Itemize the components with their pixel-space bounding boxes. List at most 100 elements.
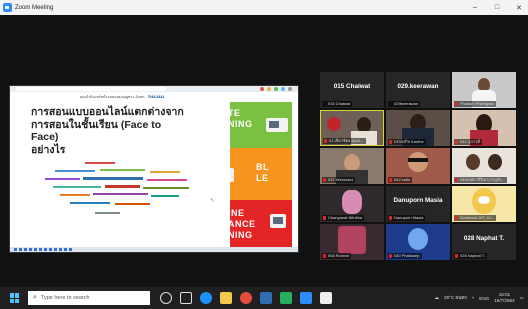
slide-title: การสอนแบบออนไลน์แตกต่างจาก การสอนในชั้นเ… — [31, 106, 184, 156]
participant-label: 029keerawan — [388, 101, 421, 107]
extension-icon[interactable] — [267, 87, 271, 91]
person-illustration-icon — [270, 214, 286, 228]
window-title: Zoom Meeting — [15, 4, 54, 11]
sharing-notice-text: คุณกำลังแชร์หน้าจอของคุณอยู่ทาง Zoom — [80, 95, 145, 99]
participant-tile[interactable]: Phaison Phiengrak — [452, 72, 516, 108]
close-button[interactable]: ✕ — [514, 4, 524, 12]
participant-profile-picture — [408, 228, 428, 250]
search-placeholder: Type here to search — [40, 295, 90, 301]
participant-tile[interactable]: Danuporn Masia Danuporn Masia — [386, 186, 450, 222]
zoom-logo-icon — [3, 3, 12, 12]
participant-tile[interactable]: 042 suthi — [386, 148, 450, 184]
tray-chevron-icon[interactable]: ^ — [472, 296, 474, 301]
meeting-area: คุณกำลังแชร์หน้าจอของคุณอยู่ทาง Zoom 7548… — [0, 15, 528, 287]
mic-muted-icon — [455, 140, 458, 144]
cortana-icon[interactable] — [160, 292, 172, 304]
extension-icon[interactable] — [288, 87, 292, 91]
edge-icon[interactable] — [200, 292, 212, 304]
mic-muted-icon — [455, 216, 458, 220]
taskbar-clock[interactable]: 15:01 16/7/2564 — [494, 292, 514, 304]
participant-label: 037 Weeraset — [322, 177, 355, 183]
participant-tile[interactable]: Chanyanat Nithitha — [320, 186, 384, 222]
language-indicator[interactable]: ENG — [479, 296, 489, 301]
panel-green-text: TE NING — [228, 108, 253, 129]
participant-label: 01 เจียวชัยจ.คุณป... — [323, 138, 366, 144]
mic-muted-icon — [324, 139, 327, 143]
mic-muted-icon — [389, 254, 392, 258]
file-explorer-icon[interactable] — [220, 292, 232, 304]
participant-tile[interactable]: Somboon 007_Ki... — [452, 186, 516, 222]
participant-display-name: 015 Chaiwat — [333, 83, 371, 90]
participant-tile-active-speaker[interactable]: 01 เจียวชัยจ.คุณป... — [320, 110, 384, 146]
participant-display-name: 029.keerawan — [397, 83, 439, 90]
participant-label: 068 Ronnat — [322, 253, 351, 259]
mic-muted-icon — [455, 254, 458, 258]
chrome-icon[interactable] — [240, 292, 252, 304]
maximize-button[interactable]: □ — [492, 4, 502, 11]
extension-icon[interactable] — [281, 87, 285, 91]
shared-taskbar — [10, 247, 298, 252]
mouse-cursor-icon: ↖ — [210, 198, 216, 204]
word-cloud-image — [45, 160, 195, 220]
window-title-bar: Zoom Meeting – □ ✕ — [0, 0, 528, 15]
screen: Zoom Meeting – □ ✕ คุณกำลังแชร์หน้าจอของ… — [0, 0, 528, 309]
mic-muted-icon — [389, 178, 392, 182]
taskbar-search-box[interactable]: ⌕ Type here to search — [28, 291, 150, 305]
participant-label: 028 Naphat T. — [454, 253, 487, 259]
participant-label: Danuporn Masia — [388, 215, 426, 221]
clock-date: 16/7/2564 — [494, 298, 515, 303]
extension-icon[interactable] — [260, 87, 264, 91]
browser-toolbar — [10, 86, 298, 92]
participant-display-name: Danuporn Masia — [393, 197, 443, 204]
participant-tile[interactable]: 040 Phakkarip — [386, 224, 450, 260]
taskbar-pinned-apps — [160, 292, 332, 304]
weather-text[interactable]: 29°C ฝนตก — [444, 295, 467, 302]
presentation-slide: การสอนแบบออนไลน์แตกต่างจาก การสอนในชั้นเ… — [20, 102, 230, 250]
participant-tile[interactable]: 029.keerawan 029keerawan — [386, 72, 450, 108]
mic-muted-icon — [389, 140, 392, 144]
participant-tile[interactable]: 037 Weeraset — [320, 148, 384, 184]
system-tray: ☁ 29°C ฝนตก ^ ENG 15:01 16/7/2564 ▭ — [434, 287, 524, 309]
meeting-id: 7548 8444 — [147, 95, 165, 99]
mic-muted-icon — [455, 102, 458, 106]
participant-profile-picture — [338, 226, 366, 254]
notifications-icon[interactable]: ▭ — [520, 295, 524, 301]
minimize-button[interactable]: – — [470, 4, 480, 11]
weather-icon[interactable]: ☁ — [434, 295, 439, 301]
sharing-notice: คุณกำลังแชร์หน้าจอของคุณอยู่ทาง Zoom 7548… — [80, 94, 240, 100]
browser-extension-icons — [260, 87, 292, 91]
participant-label: 015 Chaiwat — [322, 101, 353, 107]
participant-profile-picture — [342, 190, 362, 214]
participant-video — [466, 154, 480, 170]
participant-label: 045เกศกาสิรีณาภาณุรัก... — [454, 177, 507, 183]
participant-label: 042 สุภาวดี — [454, 139, 482, 145]
participant-tile[interactable]: 028 Naphat T. 028 Naphat T. — [452, 224, 516, 260]
shared-screen[interactable]: คุณกำลังแชร์หน้าจอของคุณอยู่ทาง Zoom 7548… — [9, 85, 299, 253]
mic-muted-icon — [455, 178, 458, 182]
extension-icon[interactable] — [274, 87, 278, 91]
zoom-taskbar-icon[interactable] — [300, 292, 312, 304]
photos-icon[interactable] — [320, 292, 332, 304]
participant-tile[interactable]: 015 Chaiwat 015 Chaiwat — [320, 72, 384, 108]
windows-start-icon[interactable] — [10, 293, 20, 303]
mic-muted-icon — [323, 254, 326, 258]
mic-muted-icon — [323, 178, 326, 182]
participant-tile[interactable]: บรรจงกิจ Kanthe — [386, 110, 450, 146]
participant-tile[interactable]: 068 Ronnat — [320, 224, 384, 260]
mic-muted-icon — [389, 216, 392, 220]
participant-label: Phaison Phiengrak — [454, 101, 496, 107]
excel-icon[interactable] — [280, 292, 292, 304]
task-view-icon[interactable] — [180, 292, 192, 304]
participant-tile[interactable]: 042 สุภาวดี — [452, 110, 516, 146]
word-icon[interactable] — [260, 292, 272, 304]
participant-tile[interactable]: 045เกศกาสิรีณาภาณุรัก... — [452, 148, 516, 184]
address-bar[interactable] — [16, 87, 166, 91]
participant-video — [327, 117, 341, 131]
participant-label: Chanyanat Nithitha — [322, 215, 365, 221]
computer-illustration-icon — [266, 118, 288, 132]
participant-label: 040 Phakkarip — [388, 253, 422, 259]
window-controls: – □ ✕ — [470, 0, 524, 15]
participant-label: 042 suthi — [388, 177, 413, 183]
participant-gallery: 015 Chaiwat 015 Chaiwat 029.keerawan 029… — [320, 72, 520, 272]
panel-red-text: INE ANCE NING — [228, 208, 256, 240]
